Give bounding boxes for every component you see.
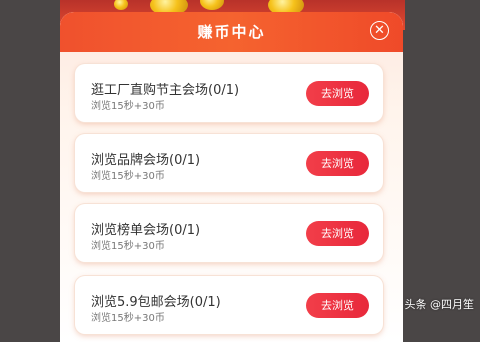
task-card: 浏览品牌会场(0/1) 浏览15秒+30币 去浏览 xyxy=(75,134,383,192)
modal-title: 赚币中心 xyxy=(197,23,266,41)
earn-coins-modal: 赚币中心 ✕ 逛工厂直购节主会场(0/1) 浏览15秒+30币 去浏览 浏览品牌… xyxy=(60,12,403,342)
task-reward: 浏览15秒+30币 xyxy=(91,171,165,182)
watermark: 头条 @四月笙 xyxy=(404,298,475,311)
modal-header: 赚币中心 ✕ xyxy=(60,12,403,52)
task-card: 浏览榜单会场(0/1) 浏览15秒+30币 去浏览 xyxy=(75,204,383,262)
browse-button[interactable]: 去浏览 xyxy=(306,293,369,318)
task-reward: 浏览15秒+30币 xyxy=(91,101,165,112)
task-title: 浏览榜单会场(0/1) xyxy=(91,223,201,238)
task-card: 逛工厂直购节主会场(0/1) 浏览15秒+30币 去浏览 xyxy=(75,64,383,122)
task-reward: 浏览15秒+30币 xyxy=(91,241,165,252)
browse-button[interactable]: 去浏览 xyxy=(306,151,369,176)
browse-button[interactable]: 去浏览 xyxy=(306,221,369,246)
task-title: 浏览5.9包邮会场(0/1) xyxy=(91,295,221,310)
task-title: 逛工厂直购节主会场(0/1) xyxy=(91,83,240,98)
task-reward: 浏览15秒+30币 xyxy=(91,313,165,324)
task-card: 浏览5.9包邮会场(0/1) 浏览15秒+30币 去浏览 xyxy=(75,276,383,334)
browse-button[interactable]: 去浏览 xyxy=(306,81,369,106)
close-icon[interactable]: ✕ xyxy=(370,21,389,40)
task-title: 浏览品牌会场(0/1) xyxy=(91,153,201,168)
